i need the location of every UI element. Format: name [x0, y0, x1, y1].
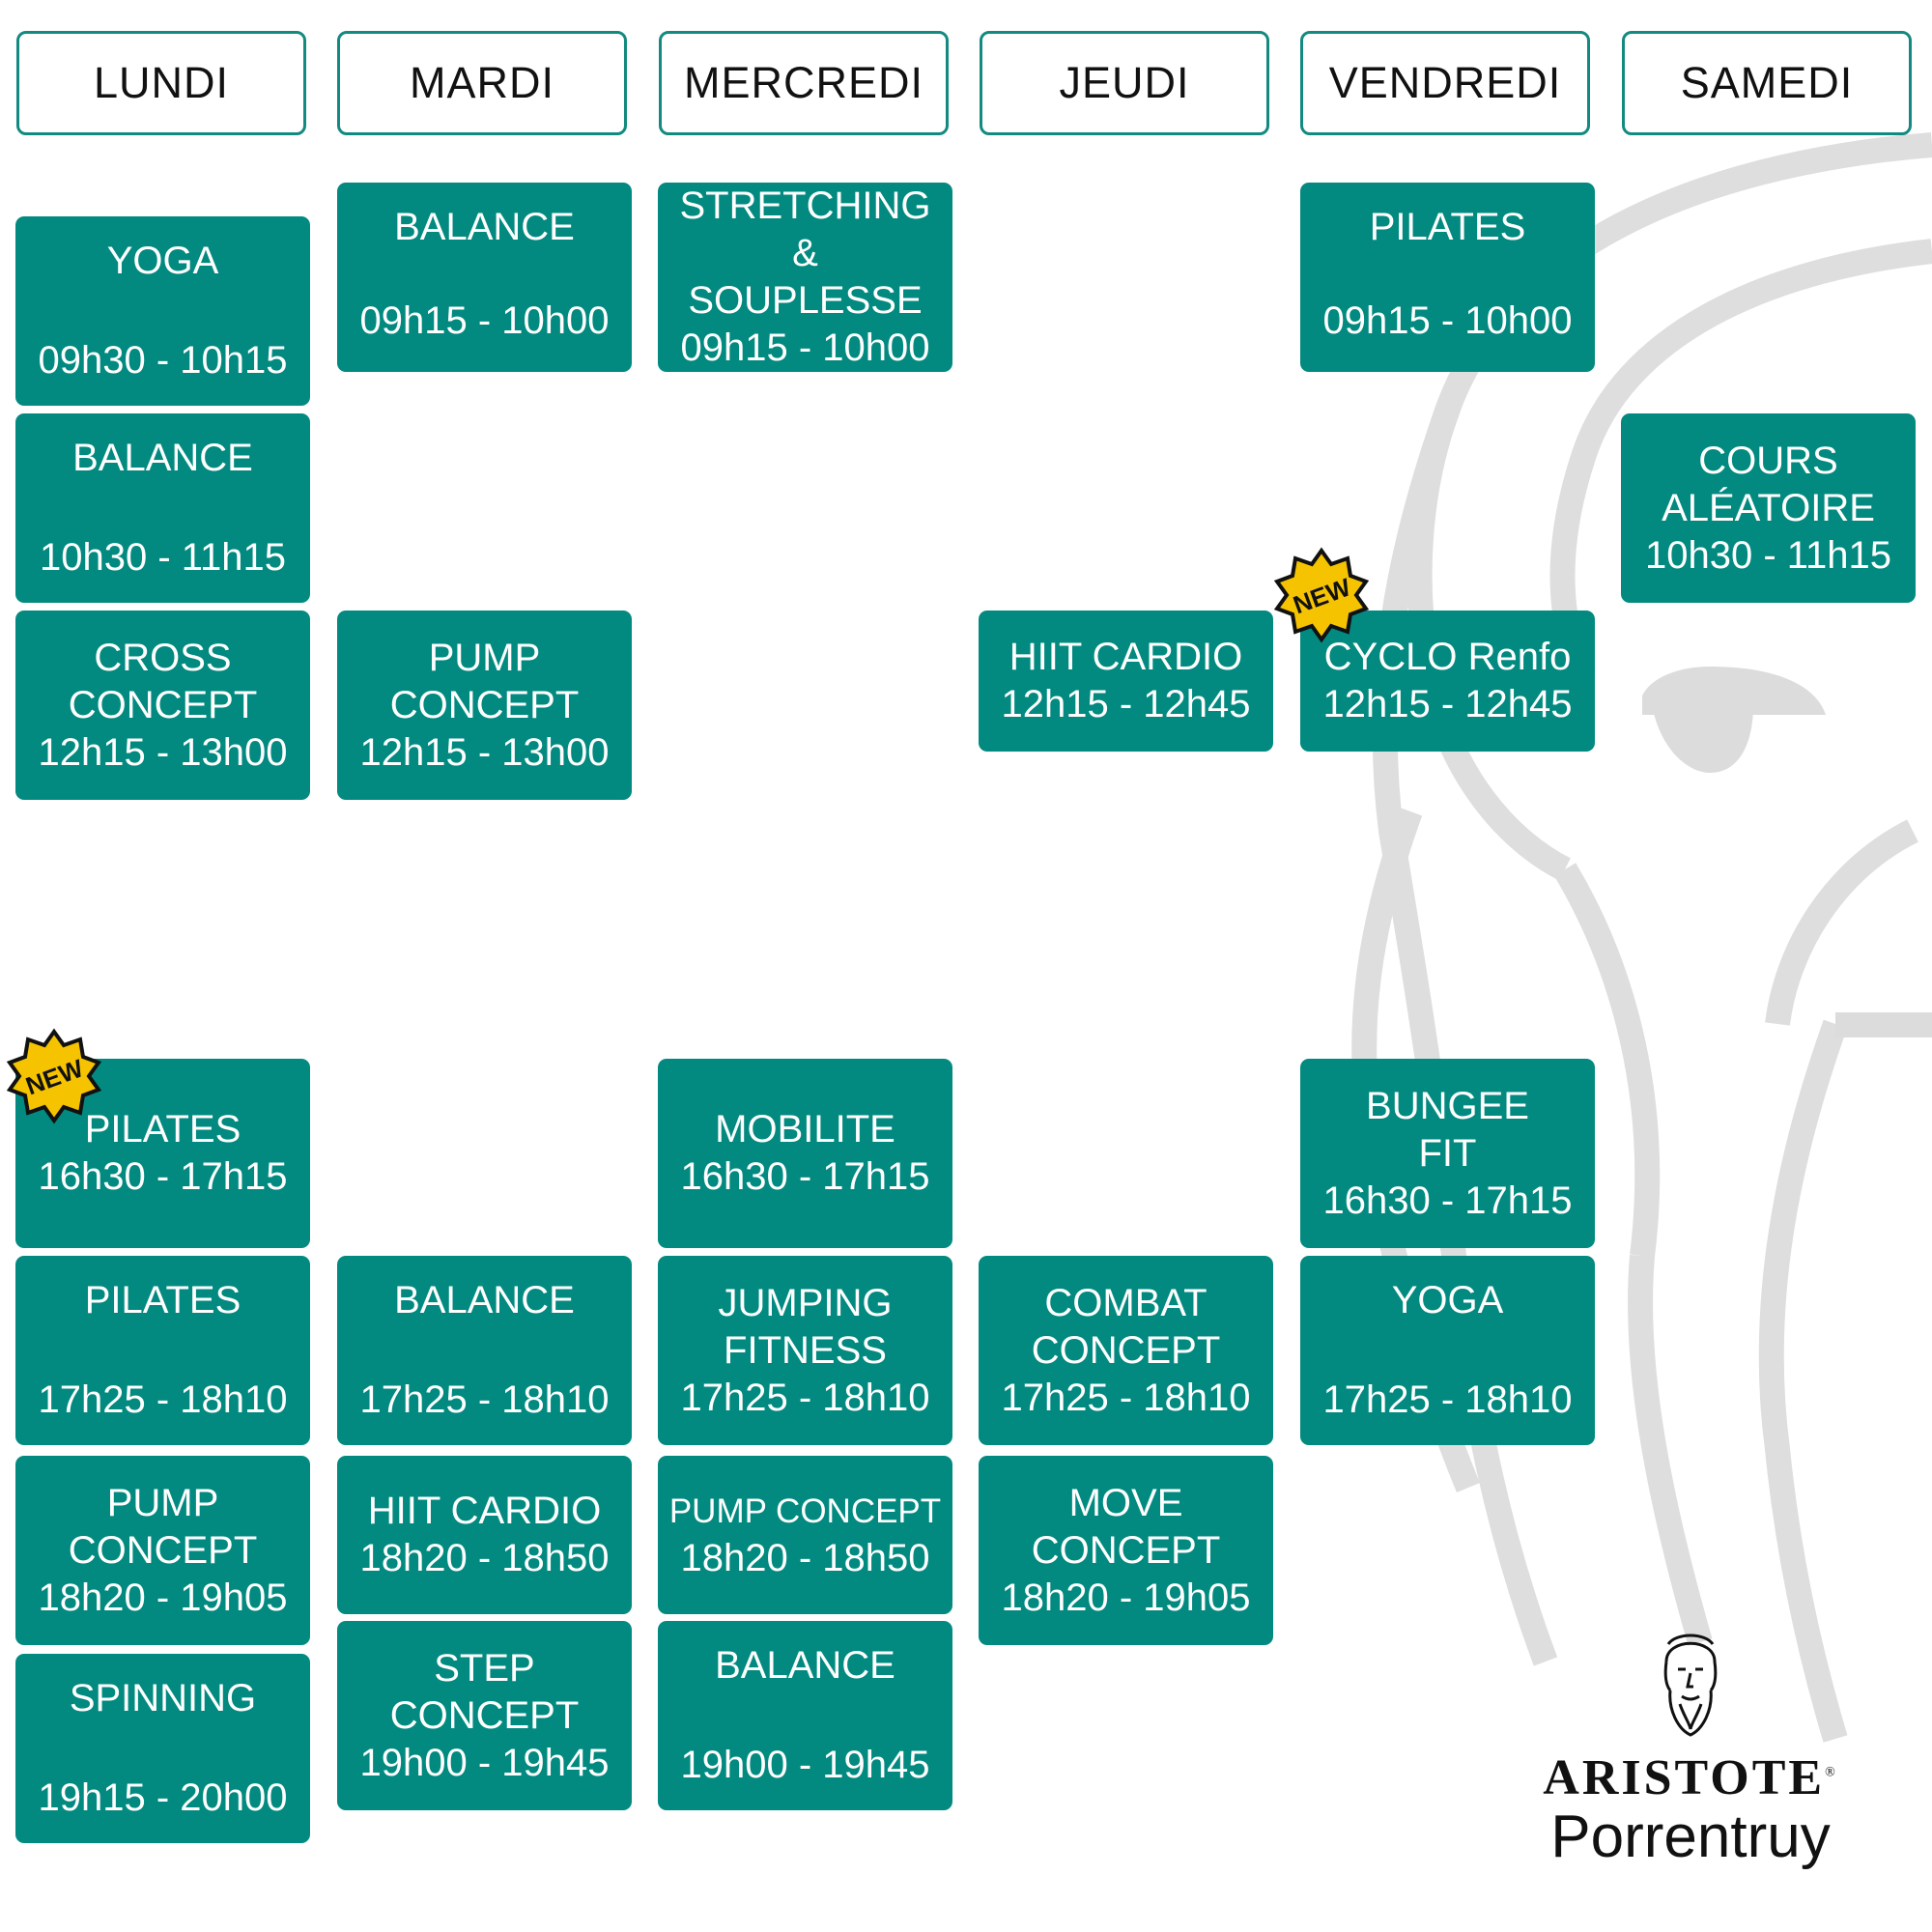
class-name: JUMPING FITNESS — [718, 1281, 893, 1372]
day-header-samedi: SAMEDI — [1622, 31, 1912, 135]
class-card: PUMP CONCEPT 18h20 - 19h05 — [15, 1456, 310, 1645]
class-card: BALANCE 09h15 - 10h00 — [337, 183, 632, 372]
class-name: PILATES — [1369, 206, 1526, 248]
class-card: CROSS CONCEPT 12h15 - 13h00 — [15, 611, 310, 800]
class-time: 19h00 - 19h45 — [359, 1741, 610, 1784]
class-card: PILATES 09h15 - 10h00 — [1300, 183, 1595, 372]
class-name: CROSS CONCEPT — [68, 636, 258, 726]
class-card: STEP CONCEPT 19h00 - 19h45 — [337, 1621, 632, 1810]
class-time: 18h20 - 18h50 — [680, 1537, 930, 1579]
class-time: 19h15 - 20h00 — [38, 1776, 288, 1819]
class-time: 18h20 - 19h05 — [1001, 1576, 1251, 1619]
day-header-vendredi: VENDREDI — [1300, 31, 1590, 135]
class-time: 12h15 - 13h00 — [359, 730, 610, 774]
brand-name: ARISTOTE® — [1543, 1750, 1838, 1805]
class-name: PUMP CONCEPT — [668, 1492, 942, 1530]
class-time: 16h30 - 17h15 — [38, 1155, 288, 1198]
class-card: HIIT CARDIO 12h15 - 12h45 — [979, 611, 1273, 752]
class-card: BUNGEE FIT 16h30 - 17h15 — [1300, 1059, 1595, 1248]
class-name: YOGA — [106, 240, 219, 282]
class-time: 12h15 - 12h45 — [1322, 683, 1573, 725]
class-name: PUMP CONCEPT — [389, 636, 580, 726]
class-time: 09h15 - 10h00 — [680, 327, 930, 369]
class-name: BALANCE — [394, 206, 575, 248]
class-name: HIIT CARDIO — [367, 1490, 602, 1532]
class-card: BALANCE 17h25 - 18h10 — [337, 1256, 632, 1445]
class-time: 16h30 - 17h15 — [680, 1155, 930, 1198]
class-card: YOGA 17h25 - 18h10 — [1300, 1256, 1595, 1445]
class-card: PUMP CONCEPT 12h15 - 13h00 — [337, 611, 632, 800]
class-card: MOBILITE 16h30 - 17h15 — [658, 1059, 952, 1248]
class-time: 12h15 - 13h00 — [38, 730, 288, 774]
class-card: STRETCHING & SOUPLESSE 09h15 - 10h00 — [658, 183, 952, 372]
class-time: 19h00 - 19h45 — [680, 1744, 930, 1786]
day-header-mercredi: MERCREDI — [659, 31, 949, 135]
day-header-mardi: MARDI — [337, 31, 627, 135]
class-name: STEP CONCEPT — [389, 1646, 580, 1737]
new-badge-icon: NEW — [1273, 547, 1370, 643]
class-name: BUNGEE FIT — [1366, 1084, 1529, 1175]
class-name: BALANCE — [715, 1644, 895, 1687]
brand-logo: ARISTOTE® Porrentruy — [1517, 1623, 1864, 1868]
class-name: MOVE CONCEPT — [1031, 1481, 1221, 1572]
class-time: 17h25 - 18h10 — [359, 1378, 610, 1421]
class-time: 17h25 - 18h10 — [1322, 1378, 1573, 1421]
class-time: 17h25 - 18h10 — [38, 1378, 288, 1421]
aristote-bust-icon — [1663, 1634, 1718, 1737]
class-name: MOBILITE — [715, 1108, 895, 1151]
class-time: 09h15 - 10h00 — [359, 299, 610, 342]
brand-city: Porrentruy — [1550, 1804, 1831, 1870]
class-time: 12h15 - 12h45 — [1001, 683, 1251, 725]
class-card: YOGA 09h30 - 10h15 — [15, 216, 310, 406]
class-time: 10h30 - 11h15 — [39, 536, 287, 579]
class-name: COURS ALÉATOIRE — [1662, 439, 1875, 529]
class-card: PUMP CONCEPT 18h20 - 18h50 — [658, 1456, 952, 1614]
class-card: SPINNING 19h15 - 20h00 — [15, 1654, 310, 1843]
new-badge-icon: NEW — [6, 1028, 102, 1124]
class-card: BALANCE 19h00 - 19h45 — [658, 1621, 952, 1810]
class-name: PUMP CONCEPT — [68, 1481, 258, 1572]
class-name: PILATES — [84, 1279, 242, 1321]
class-name: BALANCE — [394, 1279, 575, 1321]
class-name: SPINNING — [69, 1677, 257, 1719]
class-name: BALANCE — [72, 437, 253, 479]
class-time: 09h30 - 10h15 — [38, 339, 288, 382]
class-card: COMBAT CONCEPT 17h25 - 18h10 — [979, 1256, 1273, 1445]
class-name: HIIT CARDIO — [1009, 636, 1243, 678]
class-name: STRETCHING & SOUPLESSE — [679, 185, 931, 322]
day-header-lundi: LUNDI — [16, 31, 306, 135]
class-card: PILATES 17h25 - 18h10 — [15, 1256, 310, 1445]
class-card: MOVE CONCEPT 18h20 - 19h05 — [979, 1456, 1273, 1645]
class-card: BALANCE 10h30 - 11h15 — [15, 413, 310, 603]
class-time: 10h30 - 11h15 — [1644, 533, 1892, 577]
class-card: HIIT CARDIO 18h20 - 18h50 — [337, 1456, 632, 1614]
class-card: JUMPING FITNESS 17h25 - 18h10 — [658, 1256, 952, 1445]
class-name: PILATES — [84, 1108, 242, 1151]
class-time: 17h25 - 18h10 — [1001, 1376, 1251, 1419]
class-time: 18h20 - 18h50 — [359, 1537, 610, 1579]
class-name: COMBAT CONCEPT — [1031, 1281, 1221, 1372]
class-time: 09h15 - 10h00 — [1322, 299, 1573, 342]
class-time: 17h25 - 18h10 — [680, 1376, 930, 1419]
class-card: COURS ALÉATOIRE 10h30 - 11h15 — [1621, 413, 1916, 603]
class-time: 16h30 - 17h15 — [1322, 1179, 1573, 1222]
day-header-jeudi: JEUDI — [980, 31, 1269, 135]
class-time: 18h20 - 19h05 — [38, 1576, 288, 1619]
class-name: YOGA — [1391, 1279, 1504, 1321]
